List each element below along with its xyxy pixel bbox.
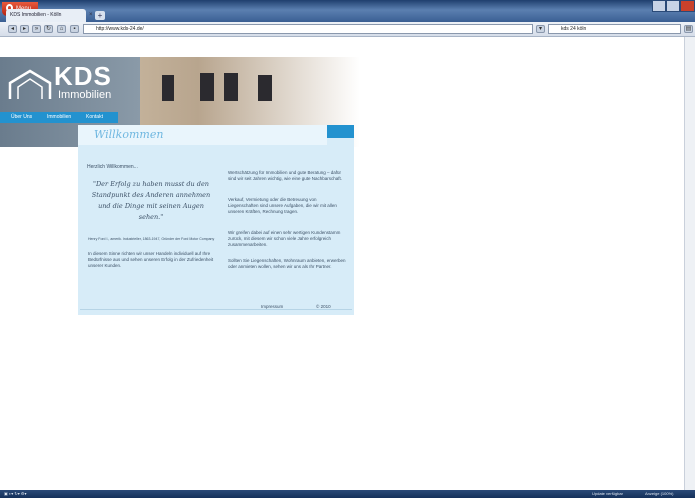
left-paragraph: In diesem Sinne richten wir unser Handel… bbox=[88, 251, 214, 268]
new-tab-button[interactable]: + bbox=[95, 11, 105, 20]
logo-subtitle: Immobilien bbox=[58, 89, 112, 101]
status-panels-icon[interactable]: ▣ ◐▾ ↻▾ ⚙▾ bbox=[4, 490, 27, 498]
speed-dial-icon[interactable]: ▪ bbox=[70, 25, 79, 33]
reload-icon[interactable]: ↻ bbox=[44, 25, 53, 33]
copyright-text: © 2010 bbox=[316, 304, 331, 309]
tab-kds[interactable]: KDS Immobilien - Kölln bbox=[6, 9, 86, 22]
panel-accent-tab bbox=[327, 125, 354, 138]
update-available-text[interactable]: Update verfügbar bbox=[592, 490, 623, 498]
vertical-scrollbar[interactable] bbox=[684, 37, 695, 490]
tab-title: KDS Immobilien - Kölln bbox=[10, 12, 62, 18]
sidebar-toggle-icon[interactable]: ▤ bbox=[684, 25, 693, 33]
maximize-button[interactable] bbox=[666, 0, 680, 12]
window-decoration bbox=[162, 75, 174, 101]
window-decoration bbox=[258, 75, 272, 101]
quote-author: Henry Ford I., amerik. Industrieller, 18… bbox=[88, 237, 215, 241]
right-paragraph-3: Wir greifen dabei auf einen sehr wertige… bbox=[228, 230, 341, 247]
house-logo-icon bbox=[8, 69, 52, 99]
nav-item-immobilien[interactable]: Immobilien bbox=[47, 112, 71, 123]
home-icon[interactable]: ⌂ bbox=[57, 25, 66, 33]
back-icon[interactable]: ◂ bbox=[8, 25, 17, 33]
zoom-level-text[interactable]: Anzeige (100%) bbox=[645, 490, 673, 498]
status-bar: ▣ ◐▾ ↻▾ ⚙▾ Update verfügbar Anzeige (100… bbox=[0, 490, 695, 498]
logo-title: KDS bbox=[54, 61, 112, 91]
greeting-text: Herzlich Willkommen... bbox=[87, 164, 138, 170]
search-input[interactable]: kds 24 köln bbox=[548, 24, 681, 34]
panel-footer-divider bbox=[80, 309, 352, 310]
welcome-heading: Willkommen bbox=[94, 128, 164, 141]
right-paragraph-4: Sollten Sie Liegenschaften, Wohnraum anb… bbox=[228, 258, 346, 269]
navigation-toolbar: ◂ ▸ » ↻ ⌂ ▪ http://www.kds-24.de/ ▾ kds … bbox=[0, 22, 695, 37]
tab-close-icon[interactable]: × bbox=[89, 12, 93, 18]
right-paragraph-2: Verkauf, Vermietung oder die Betreuung v… bbox=[228, 197, 337, 214]
main-navigation: Über Uns Immobilien Kontakt bbox=[0, 112, 118, 123]
fast-forward-icon[interactable]: » bbox=[32, 25, 41, 33]
address-dropdown-icon[interactable]: ▾ bbox=[536, 25, 545, 33]
quote-text: "Der Erfolg zu haben musst du den Standp… bbox=[91, 180, 211, 221]
address-bar[interactable]: http://www.kds-24.de/ bbox=[83, 24, 533, 34]
nav-item-kontakt[interactable]: Kontakt bbox=[86, 112, 103, 123]
nav-item-ueber-uns[interactable]: Über Uns bbox=[11, 112, 32, 123]
window-decoration bbox=[200, 73, 214, 101]
address-url: http://www.kds-24.de/ bbox=[96, 26, 144, 32]
impressum-link[interactable]: Impressum bbox=[261, 304, 283, 310]
search-value: kds 24 köln bbox=[561, 26, 587, 32]
browser-titlebar: Menu KDS Immobilien - Kölln × + bbox=[0, 0, 695, 22]
minimize-button[interactable] bbox=[652, 0, 666, 12]
right-paragraph-1: Wertschätzung für Immobilien und gute Be… bbox=[228, 170, 343, 181]
close-button[interactable] bbox=[680, 0, 695, 12]
forward-icon[interactable]: ▸ bbox=[20, 25, 29, 33]
page-viewport: KDS Immobilien Über Uns Immobilien Konta… bbox=[0, 37, 684, 490]
window-decoration bbox=[224, 73, 238, 101]
